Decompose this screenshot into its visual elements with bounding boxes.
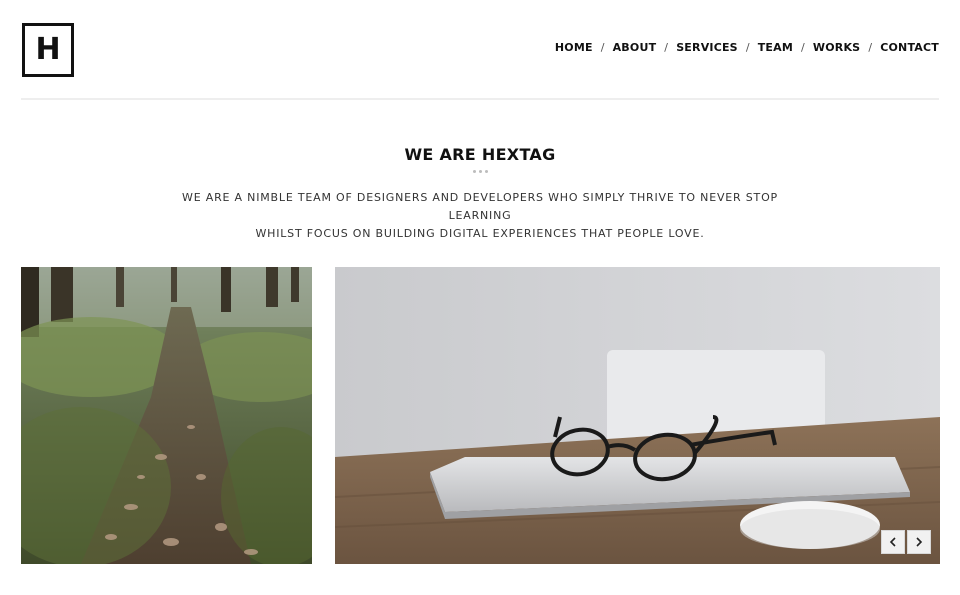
main-nav: HOME / ABOUT / SERVICES / TEAM / WORKS /…: [555, 41, 939, 54]
brand-logo[interactable]: H: [22, 23, 74, 77]
nav-about[interactable]: ABOUT: [613, 41, 657, 54]
description-line-2: WHILST FOCUS ON BUILDING DIGITAL EXPERIE…: [255, 227, 705, 240]
next-slide-button[interactable]: [907, 530, 931, 554]
nav-separator: /: [745, 41, 750, 54]
nav-separator: /: [600, 41, 605, 54]
nav-contact[interactable]: CONTACT: [880, 41, 939, 54]
nav-separator: /: [664, 41, 669, 54]
laptop-glasses-mouse-photo: [335, 267, 940, 564]
prev-slide-button[interactable]: [881, 530, 905, 554]
chevron-right-icon: [916, 537, 923, 547]
section-description: WE ARE A NIMBLE TEAM OF DESIGNERS AND DE…: [150, 189, 810, 243]
nav-separator: /: [801, 41, 805, 54]
nav-team[interactable]: TEAM: [758, 41, 793, 54]
section-title: WE ARE HEXTAG: [404, 145, 556, 164]
header-divider: [21, 98, 939, 100]
nav-separator: /: [868, 41, 873, 54]
nav-home[interactable]: HOME: [555, 41, 593, 54]
title-dots-divider: [0, 170, 960, 173]
logo-letter: H: [35, 32, 61, 67]
description-line-1: WE ARE A NIMBLE TEAM OF DESIGNERS AND DE…: [182, 191, 778, 222]
forest-path-photo: [21, 267, 312, 564]
nav-services[interactable]: SERVICES: [676, 41, 738, 54]
chevron-left-icon: [889, 537, 896, 547]
nav-works[interactable]: WORKS: [813, 41, 860, 54]
